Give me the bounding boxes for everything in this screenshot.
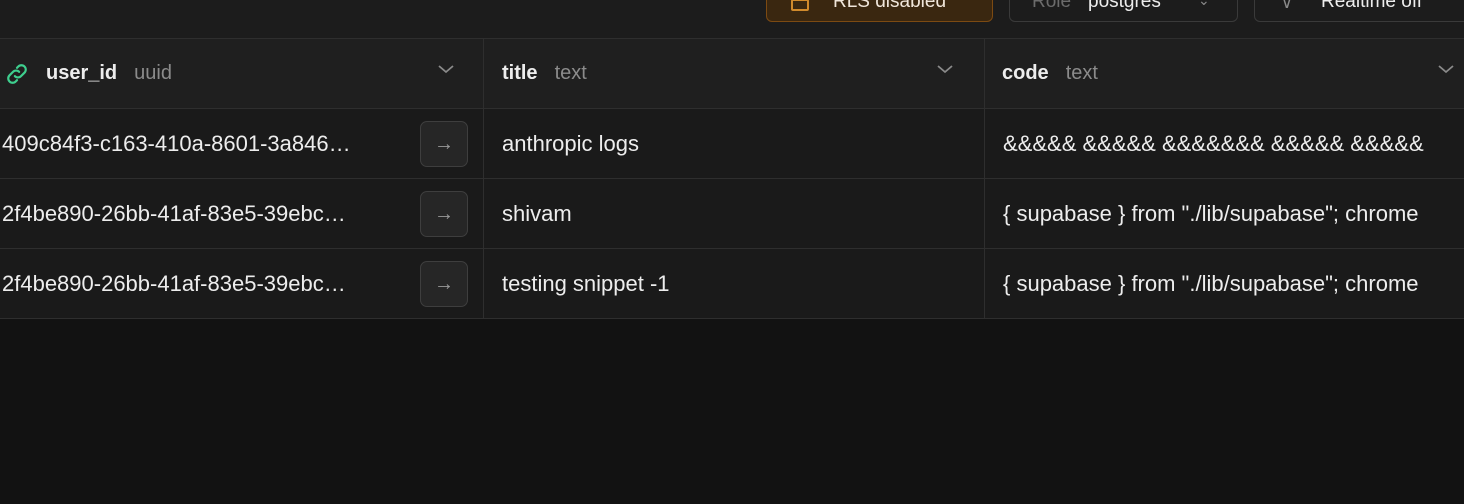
column-header-code[interactable]: code text	[986, 39, 1464, 108]
cell-value: &&&&& &&&&& &&&&&&& &&&&& &&&&&	[1003, 131, 1424, 156]
cell-value: 2f4be890-26bb-41af-83e5-39ebc…	[2, 271, 346, 296]
cell-value: 2f4be890-26bb-41af-83e5-39ebc…	[2, 201, 346, 226]
column-name: code	[1002, 62, 1049, 84]
cell-value: testing snippet -1	[502, 271, 670, 296]
link-icon	[7, 63, 27, 84]
table-row[interactable]: 2f4be890-26bb-41af-83e5-39ebc… → shivam …	[0, 179, 1464, 249]
chevron-down-icon[interactable]	[1437, 63, 1455, 75]
arrow-right-icon[interactable]: →	[420, 191, 468, 237]
arrow-right-icon[interactable]: →	[420, 261, 468, 307]
cell-value: { supabase } from "./lib/supabase"; chro…	[1003, 201, 1419, 226]
column-header-user-id[interactable]: user_id uuid	[0, 39, 484, 108]
rls-disabled-button[interactable]: RLS disabled	[766, 0, 993, 22]
realtime-button[interactable]: ∨ Realtime off	[1254, 0, 1464, 22]
lock-icon	[791, 0, 809, 11]
arrow-right-icon[interactable]: →	[420, 121, 468, 167]
rls-label: RLS disabled	[833, 0, 947, 12]
column-name: user_id	[46, 62, 118, 84]
cell-user-id[interactable]: 409c84f3-c163-410a-8601-3a846… →	[0, 109, 484, 178]
column-header-title[interactable]: title text	[485, 39, 985, 108]
chevron-down-icon: ⌄	[1198, 0, 1210, 8]
cell-title[interactable]: shivam	[485, 179, 985, 248]
cell-code[interactable]: &&&&& &&&&& &&&&&&& &&&&& &&&&&	[986, 109, 1464, 178]
column-name: title	[502, 62, 538, 84]
table-editor: RLS disabled Role postgres ⌄ ∨ Realtime …	[0, 0, 1464, 504]
cell-code[interactable]: { supabase } from "./lib/supabase"; chro…	[986, 249, 1464, 318]
cell-user-id[interactable]: 2f4be890-26bb-41af-83e5-39ebc… →	[0, 179, 484, 248]
cell-value: anthropic logs	[502, 131, 639, 156]
cell-title[interactable]: testing snippet -1	[485, 249, 985, 318]
data-grid: user_id uuid title text code text 409c84…	[0, 39, 1464, 319]
realtime-icon: ∨	[1281, 0, 1293, 12]
column-type: text	[554, 62, 587, 84]
chevron-down-icon[interactable]	[437, 63, 455, 75]
cell-value: { supabase } from "./lib/supabase"; chro…	[1003, 271, 1419, 296]
chevron-down-icon[interactable]	[936, 63, 954, 75]
cell-title[interactable]: anthropic logs	[485, 109, 985, 178]
table-row[interactable]: 2f4be890-26bb-41af-83e5-39ebc… → testing…	[0, 249, 1464, 319]
column-type: uuid	[134, 62, 172, 84]
toolbar: RLS disabled Role postgres ⌄ ∨ Realtime …	[0, 0, 1464, 39]
cell-value: 409c84f3-c163-410a-8601-3a846…	[2, 131, 351, 156]
cell-code[interactable]: { supabase } from "./lib/supabase"; chro…	[986, 179, 1464, 248]
column-type: text	[1065, 62, 1098, 84]
table-row[interactable]: 409c84f3-c163-410a-8601-3a846… → anthrop…	[0, 109, 1464, 179]
role-value: postgres	[1088, 0, 1161, 12]
cell-value: shivam	[502, 201, 572, 226]
cell-user-id[interactable]: 2f4be890-26bb-41af-83e5-39ebc… →	[0, 249, 484, 318]
realtime-label: Realtime off	[1321, 0, 1423, 12]
role-key: Role	[1032, 0, 1072, 12]
header-row: user_id uuid title text code text	[0, 39, 1464, 109]
role-select[interactable]: Role postgres ⌄	[1009, 0, 1238, 22]
